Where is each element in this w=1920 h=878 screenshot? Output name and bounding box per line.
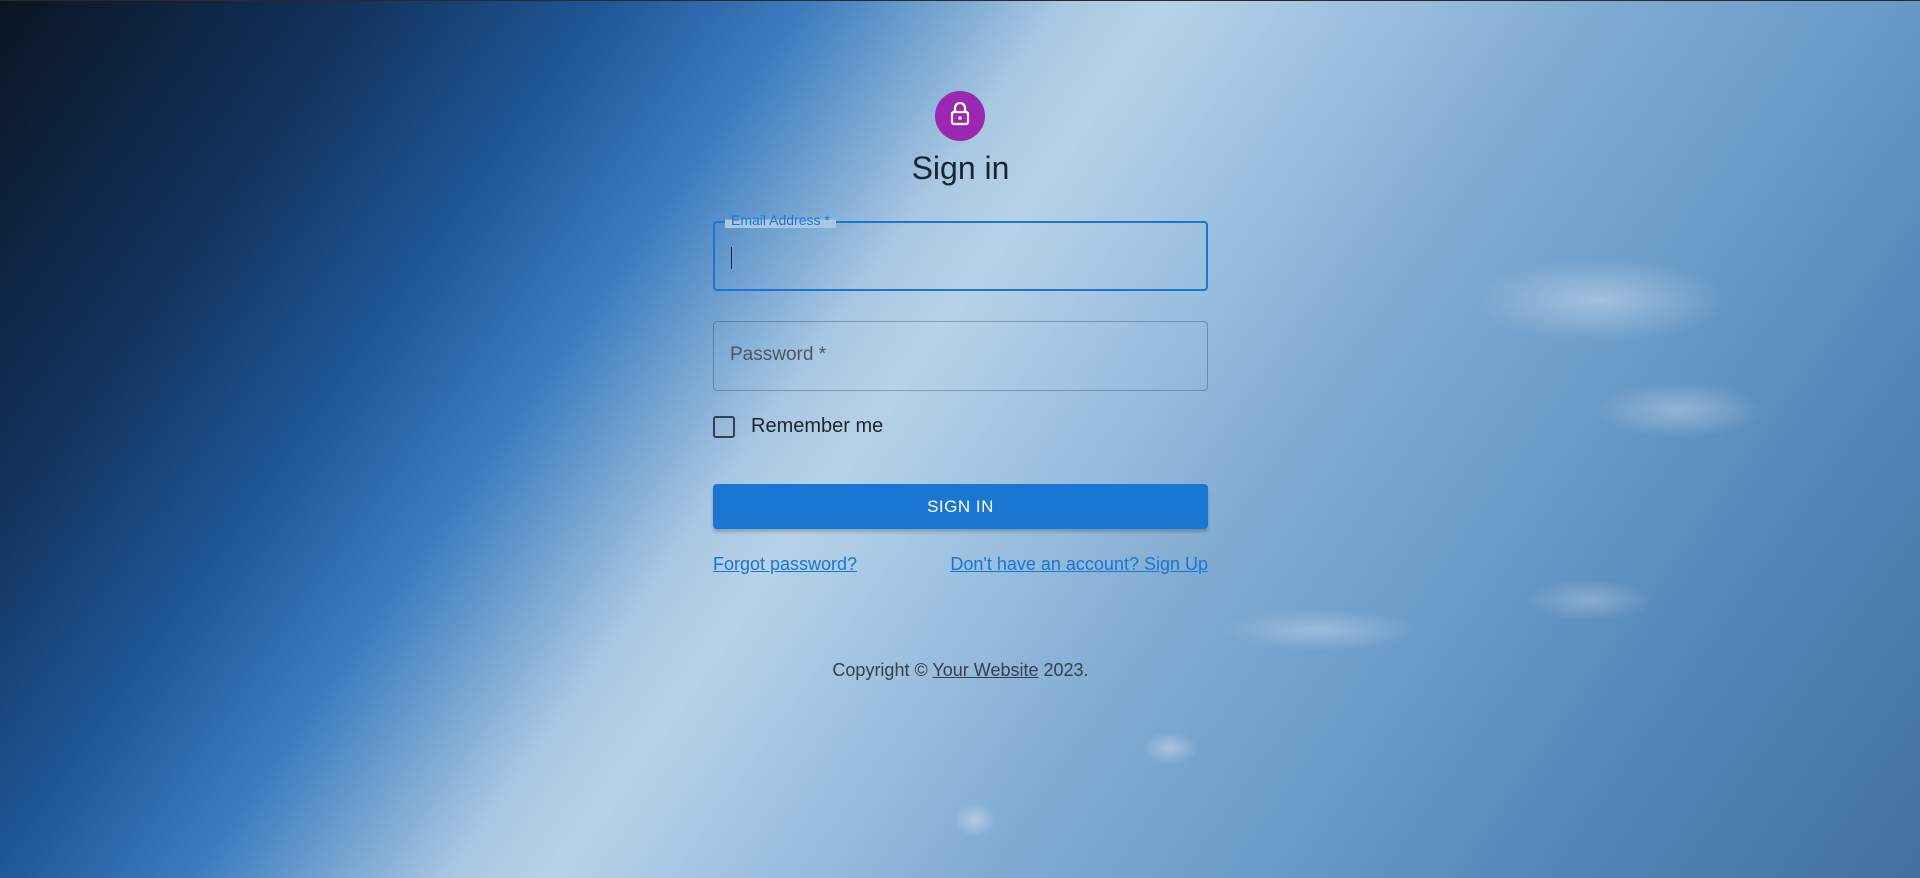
copyright-prefix: Copyright © (832, 660, 928, 680)
text-caret (731, 247, 732, 269)
forgot-password-link[interactable]: Forgot password? (713, 554, 857, 575)
password-input[interactable] (714, 322, 1207, 390)
copyright: Copyright © Your Website 2023. (713, 660, 1208, 681)
top-border (0, 0, 1920, 1)
website-link[interactable]: Your Website (932, 660, 1038, 680)
lock-icon (948, 101, 972, 132)
remember-me-checkbox[interactable]: Remember me (713, 415, 883, 438)
password-field[interactable]: Password * (713, 321, 1208, 391)
copyright-year: 2023. (1043, 660, 1089, 680)
avatar (935, 91, 985, 141)
page-title: Sign in (911, 150, 1010, 186)
email-field[interactable]: Email Address * (713, 212, 1208, 291)
sign-up-link[interactable]: Don't have an account? Sign Up (950, 554, 1208, 575)
sign-in-button[interactable]: SIGN IN (713, 484, 1208, 529)
checkbox-box[interactable] (713, 415, 735, 438)
remember-me-label: Remember me (751, 415, 884, 437)
email-input[interactable] (715, 223, 1206, 289)
